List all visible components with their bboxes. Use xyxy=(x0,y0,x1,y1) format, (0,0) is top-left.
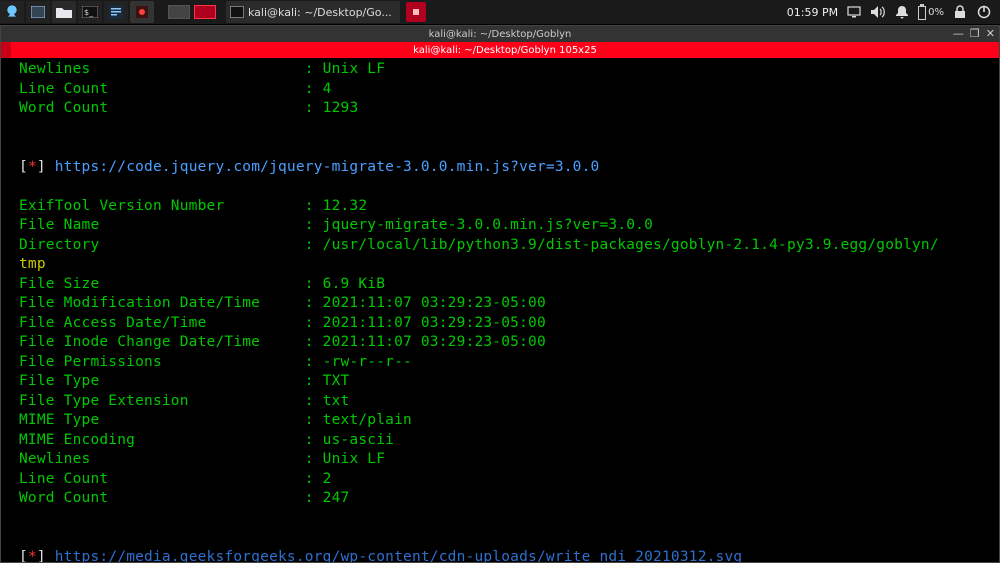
terminal-tabbar: kali@kali: ~/Desktop/Goblyn 105x25 xyxy=(1,42,999,58)
terminal-tab-active[interactable]: kali@kali: ~/Desktop/Goblyn 105x25 xyxy=(11,42,999,58)
kv-directory: Directory : /usr/local/lib/python3.9/dis… xyxy=(19,237,939,253)
kv-file-type-ext: File Type Extension : txt xyxy=(19,393,349,409)
terminal-surface[interactable]: Newlines : Unix LF Line Count : 4 Word C… xyxy=(1,58,999,562)
kv-newlines: Newlines : Unix LF xyxy=(19,451,385,467)
power-icon[interactable] xyxy=(976,4,992,20)
task-indicator-icon[interactable] xyxy=(406,2,426,22)
taskbar-task-terminal[interactable]: kali@kali: ~/Desktop/Go... xyxy=(226,1,400,23)
kv-directory-wrap: tmp xyxy=(19,256,46,272)
kv-wordcount: Word Count : 247 xyxy=(19,490,349,506)
marker2-r: ] xyxy=(37,549,46,563)
url-1: https://code.jquery.com/jquery-migrate-3… xyxy=(55,159,600,175)
url-2: https://media.geeksforgeeks.org/wp-conte… xyxy=(55,549,743,563)
taskbar: $_ kali@kali: ~/Desktop/Go... 01:59 PM xyxy=(0,0,1000,25)
kv-file-type: File Type : TXT xyxy=(19,373,349,389)
minimize-button[interactable]: — xyxy=(953,27,964,40)
marker2-l: [ xyxy=(19,549,28,563)
close-button[interactable]: ✕ xyxy=(986,27,995,40)
notifications-icon[interactable] xyxy=(894,4,910,20)
terminal-icon[interactable]: $_ xyxy=(78,1,102,23)
file-manager-icon[interactable] xyxy=(52,1,76,23)
marker-star: * xyxy=(28,159,37,175)
kv-exif-version: ExifTool Version Number : 12.32 xyxy=(19,198,367,214)
kv-newlines-top: Newlines : Unix LF xyxy=(19,61,385,77)
window-controls: — ❐ ✕ xyxy=(953,27,995,40)
workspace-1[interactable] xyxy=(168,5,190,19)
kv-linecount: Line Count : 2 xyxy=(19,471,332,487)
marker-r: ] xyxy=(37,159,46,175)
tab-hint-left[interactable] xyxy=(1,42,11,58)
window-title: kali@kali: ~/Desktop/Goblyn xyxy=(429,29,572,40)
taskbar-left: $_ kali@kali: ~/Desktop/Go... xyxy=(0,0,426,24)
volume-icon[interactable] xyxy=(870,4,886,20)
marker2-star: * xyxy=(28,549,37,563)
kv-mtime: File Modification Date/Time : 2021:11:07… xyxy=(19,295,546,311)
battery-indicator[interactable]: 0% xyxy=(918,4,944,20)
kv-wordcount-top: Word Count : 1293 xyxy=(19,100,358,116)
marker-l: [ xyxy=(19,159,28,175)
workspace-2[interactable] xyxy=(194,5,216,19)
lock-icon[interactable] xyxy=(952,4,968,20)
window-titlebar[interactable]: kali@kali: ~/Desktop/Goblyn — ❐ ✕ xyxy=(1,26,999,42)
kv-permissions: File Permissions : -rw-r--r-- xyxy=(19,354,412,370)
task-label: kali@kali: ~/Desktop/Go... xyxy=(248,6,392,19)
taskbar-right: 01:59 PM 0% xyxy=(787,0,1000,24)
workspace-switcher[interactable] xyxy=(166,0,218,24)
kv-linecount-top: Line Count : 4 xyxy=(19,81,332,97)
screen-icon[interactable] xyxy=(846,4,862,20)
kv-atime: File Access Date/Time : 2021:11:07 03:29… xyxy=(19,315,546,331)
show-desktop-icon[interactable] xyxy=(26,1,50,23)
kv-mime-encoding: MIME Encoding : us-ascii xyxy=(19,432,394,448)
kv-file-name: File Name : jquery-migrate-3.0.0.min.js?… xyxy=(19,217,653,233)
editor-icon[interactable] xyxy=(104,1,128,23)
svg-text:$_: $_ xyxy=(84,8,94,17)
terminal-window: kali@kali: ~/Desktop/Goblyn — ❐ ✕ kali@k… xyxy=(0,25,1000,563)
maximize-button[interactable]: ❐ xyxy=(970,27,980,40)
record-icon[interactable] xyxy=(130,1,154,23)
terminal-tab-label: kali@kali: ~/Desktop/Goblyn 105x25 xyxy=(413,45,597,56)
kv-file-size: File Size : 6.9 KiB xyxy=(19,276,385,292)
menu-icon[interactable] xyxy=(0,1,24,23)
terminal-small-icon xyxy=(230,6,244,18)
kv-ctime: File Inode Change Date/Time : 2021:11:07… xyxy=(19,334,546,350)
clock[interactable]: 01:59 PM xyxy=(787,6,838,19)
battery-pct: 0% xyxy=(928,7,944,18)
kv-mime-type: MIME Type : text/plain xyxy=(19,412,412,428)
